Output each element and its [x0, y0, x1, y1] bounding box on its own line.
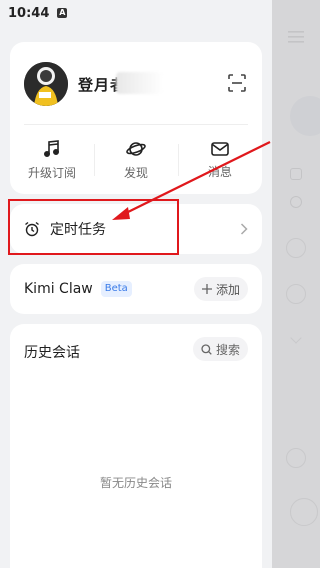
avatar-image: [24, 62, 68, 106]
ghost-item: [286, 448, 306, 468]
quick-action-label: 消息: [207, 164, 232, 179]
planet-icon: [126, 141, 146, 156]
history-title: 历史会话: [24, 345, 80, 361]
history-search-button[interactable]: 搜索: [192, 337, 248, 361]
ghost-circle: [290, 96, 320, 136]
add-button[interactable]: 添加: [193, 277, 248, 301]
music-note-icon: [43, 139, 60, 157]
quick-action-label: 升级订阅: [27, 165, 76, 180]
underlying-page-dim[interactable]: [272, 0, 320, 568]
quick-actions: 升级订阅 发现 消息: [10, 136, 262, 184]
status-time: 10:44: [8, 5, 50, 21]
notification-badge: A: [57, 8, 68, 18]
mail-icon: [211, 141, 229, 156]
search-label: 搜索: [215, 342, 240, 357]
scan-button[interactable]: [226, 72, 248, 94]
ghost-item: [290, 196, 302, 208]
beta-badge: Beta: [100, 281, 132, 297]
plus-icon: [201, 284, 212, 294]
search-icon: [201, 343, 212, 355]
history-card: 历史会话 搜索 暂无历史会话: [10, 324, 262, 568]
kimi-claw-label: Kimi Claw: [24, 281, 93, 297]
ghost-item: [286, 284, 306, 304]
profile-card: 登月者 升级订阅 发现 消息: [10, 42, 262, 194]
ghost-item: [290, 498, 318, 526]
ghost-item: [290, 168, 302, 180]
menu-icon: [288, 31, 304, 43]
user-avatar[interactable]: [24, 62, 68, 106]
discover-button[interactable]: 发现: [94, 136, 178, 184]
upgrade-subscription-button[interactable]: 升级订阅: [10, 136, 94, 184]
ghost-item: [286, 238, 306, 258]
add-label: 添加: [215, 282, 240, 297]
annotation-highlight-box: [8, 199, 179, 255]
ghost-item: [290, 332, 302, 344]
username-redaction: [116, 72, 164, 94]
scan-icon: [228, 74, 246, 92]
divider: [24, 124, 248, 125]
quick-action-label: 发现: [123, 165, 148, 180]
kimi-claw-row[interactable]: Kimi Claw Beta 添加: [10, 264, 262, 314]
chevron-right-icon: [240, 223, 248, 235]
messages-button[interactable]: 消息: [178, 136, 262, 184]
history-empty-text: 暂无历史会话: [99, 476, 172, 490]
side-drawer: 登月者 升级订阅 发现 消息 定时任务 Kimi Claw Beta 添加 历史…: [0, 26, 272, 568]
